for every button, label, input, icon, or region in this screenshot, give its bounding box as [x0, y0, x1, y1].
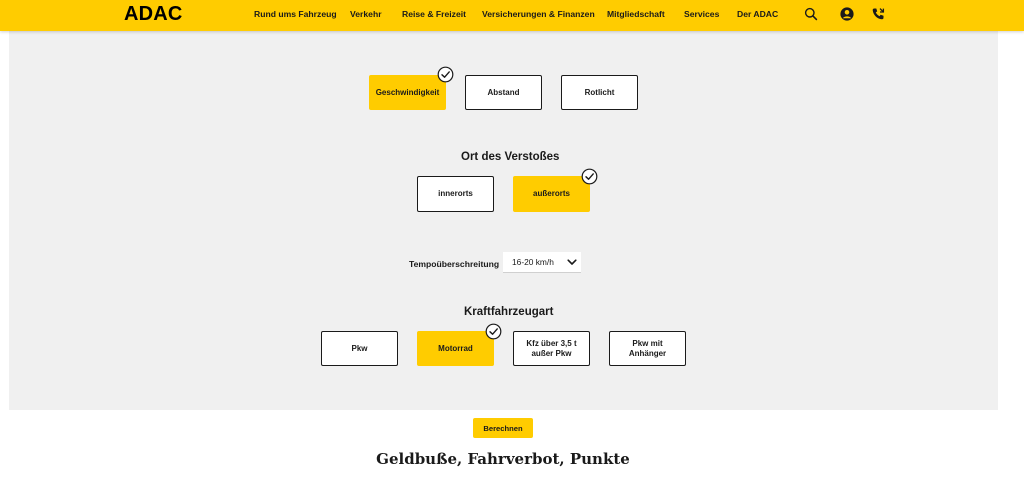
nav-item-rund-ums-fahrzeug[interactable]: Rund ums Fahrzeug [254, 0, 337, 28]
option-innerorts[interactable]: innerorts [417, 176, 494, 212]
option-abstand[interactable]: Abstand [465, 75, 542, 110]
section-title-kraftfahrzeugart: Kraftfahrzeugart [464, 306, 554, 318]
adac-logo[interactable]: ADAC [124, 3, 183, 25]
speeding-select-value: 16-20 km/h [512, 257, 554, 267]
check-icon [485, 323, 502, 340]
check-icon [437, 66, 454, 83]
option-pkw-mit-anhaenger[interactable]: Pkw mit Anhänger [609, 331, 686, 366]
search-icon[interactable] [803, 6, 819, 22]
option-rotlicht[interactable]: Rotlicht [561, 75, 638, 110]
nav-item-services[interactable]: Services [684, 0, 719, 28]
phone-icon[interactable] [870, 6, 886, 22]
option-pkw[interactable]: Pkw [321, 331, 398, 366]
top-navigation-bar: ADAC Rund ums Fahrzeug Verkehr Reise & F… [0, 0, 1024, 31]
speeding-label: Tempoüberschreitung [409, 259, 500, 269]
nav-item-versicherungen-finanzen[interactable]: Versicherungen & Finanzen [482, 0, 595, 28]
option-geschwindigkeit[interactable]: Geschwindigkeit [369, 75, 446, 110]
calculate-button[interactable]: Berechnen [473, 418, 533, 438]
nav-item-verkehr[interactable]: Verkehr [350, 0, 382, 28]
speeding-select[interactable]: 16-20 km/h [503, 252, 581, 273]
chevron-down-icon [567, 259, 577, 265]
nav-item-der-adac[interactable]: Der ADAC [737, 0, 778, 28]
option-kfz-ueber-3-5t[interactable]: Kfz über 3,5 t außer Pkw [513, 331, 590, 366]
option-ausserorts[interactable]: außerorts [513, 176, 590, 212]
nav-item-reise-freizeit[interactable]: Reise & Freizeit [402, 0, 466, 28]
result-heading: Geldbuße, Fahrverbot, Punkte [376, 450, 630, 468]
account-icon[interactable] [839, 6, 855, 22]
option-motorrad[interactable]: Motorrad [417, 331, 494, 366]
section-title-ort: Ort des Verstoßes [461, 151, 560, 163]
nav-item-mitgliedschaft[interactable]: Mitgliedschaft [607, 0, 665, 28]
check-icon [581, 168, 598, 185]
